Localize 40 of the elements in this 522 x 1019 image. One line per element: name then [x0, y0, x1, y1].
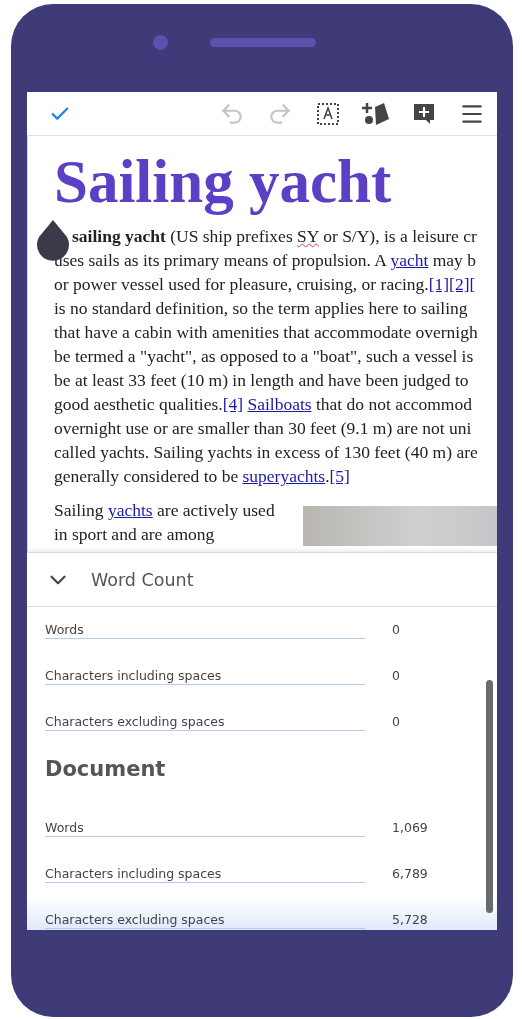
- text-box-icon: [316, 101, 340, 126]
- stat-label: Characters including spaces: [45, 865, 365, 883]
- stat-value: 1,069: [392, 820, 428, 836]
- text-link[interactable]: superyachts: [242, 466, 326, 486]
- stat-value: 0: [392, 622, 400, 638]
- section-heading: Document: [45, 756, 167, 783]
- paragraph-line: overnight use or are smaller than 30 feet (9.1 m) are not uni: [54, 417, 473, 440]
- text-link[interactable]: [4]: [222, 394, 244, 414]
- text-link[interactable]: [5]: [329, 466, 350, 486]
- paragraph-line: good aesthetic qualities.[4] Sailboats that do not accommod: [54, 393, 473, 416]
- scrollbar[interactable]: [486, 680, 493, 913]
- text-link[interactable]: [1][2][: [428, 274, 476, 294]
- add-shape-icon: [362, 100, 390, 127]
- stat-label: Words: [45, 819, 365, 837]
- paragraph-line: be at least 33 feet (10 m) in length and have been judged to: [54, 369, 470, 392]
- stat-label: Words: [45, 621, 365, 639]
- panel-header[interactable]: Word Count: [27, 553, 497, 607]
- paragraph-line: be termed a "yacht", as opposed to a "boat", such a vessel is: [54, 345, 475, 368]
- paragraph-line: or power vessel used for pleasure, cruising, or racing.[1][2][: [54, 273, 477, 296]
- stat-label: Characters excluding spaces: [45, 911, 365, 929]
- stat-label: Characters including spaces: [45, 667, 365, 685]
- paragraph-line: generally considered to be superyachts.[5]: [54, 465, 351, 488]
- paragraph-line: in sport and are among: [54, 523, 216, 546]
- stat-value: 5,728: [392, 912, 428, 928]
- paragraph-line: that have a cabin with amenities that accommodate overnigh: [54, 321, 479, 344]
- text-link[interactable]: Sailboats: [247, 394, 312, 414]
- text-link[interactable]: yachts: [107, 500, 153, 520]
- stat-value: 6,789: [392, 866, 428, 882]
- paragraph-line: called yachts. Sailing yachts in excess of 130 feet (40 m) are: [54, 441, 479, 464]
- panel-title: Word Count: [91, 569, 194, 590]
- camera-icon: [153, 34, 168, 50]
- paragraph-line: Sailing yachts are actively used: [54, 499, 275, 522]
- stat-value: 0: [392, 714, 400, 730]
- stat-value: 0: [392, 668, 400, 684]
- paragraph-line: sailing yacht (US ship prefixes SY or S/Y), is a leisure cr: [71, 225, 478, 248]
- text-link[interactable]: yacht: [390, 250, 429, 270]
- paragraph-line: is no standard definition, so the term applies here to sailing: [54, 297, 469, 320]
- document-title: Sailing yacht: [54, 147, 393, 217]
- add-comment-icon: [412, 101, 436, 126]
- stat-label: Characters excluding spaces: [45, 713, 365, 731]
